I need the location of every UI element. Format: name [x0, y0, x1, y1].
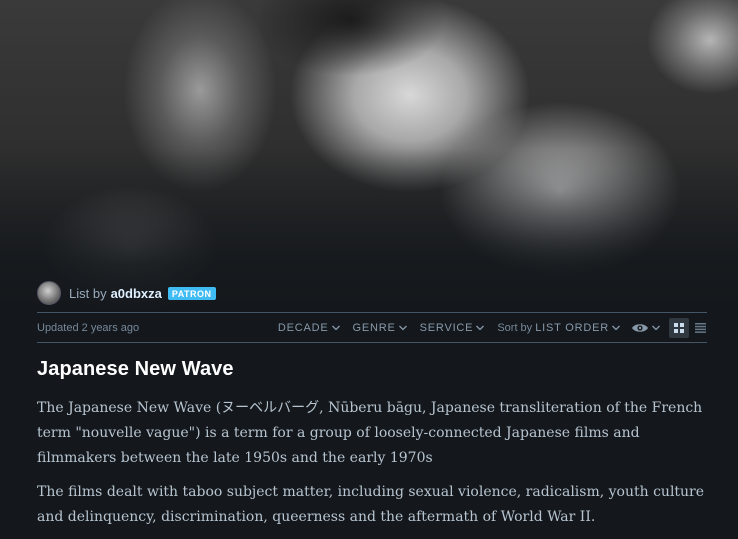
- sort-prefix: Sort by: [497, 321, 533, 334]
- sort-value: LIST ORDER: [535, 321, 609, 334]
- eye-icon: [632, 323, 648, 332]
- description-paragraph: The Japanese New Wave (ヌーベルバーグ, Nūberu b…: [37, 400, 703, 466]
- list-by-label: List by: [69, 285, 107, 301]
- chevron-down-icon: [612, 325, 620, 330]
- updated-timestamp: Updated 2 years ago: [37, 321, 140, 334]
- list-description: The Japanese New Wave (ヌーベルバーグ, Nūberu b…: [37, 396, 707, 539]
- list-owner: List by a0dbxza PATRON: [37, 281, 216, 305]
- genre-filter-label: GENRE: [352, 321, 396, 334]
- divider: [37, 342, 707, 343]
- decade-filter[interactable]: DECADE: [278, 322, 341, 334]
- service-filter[interactable]: SERVICE: [420, 322, 486, 334]
- owner-username-link[interactable]: a0dbxza: [111, 286, 162, 301]
- patron-badge[interactable]: PATRON: [167, 286, 216, 300]
- service-filter-label: SERVICE: [419, 321, 474, 334]
- filter-bar: Updated 2 years ago DECADE GENRE SERVICE…: [37, 313, 707, 342]
- list-view-button[interactable]: [693, 318, 707, 338]
- chevron-down-icon: [652, 325, 660, 330]
- grid-view-button[interactable]: [669, 317, 689, 338]
- avatar[interactable]: [37, 281, 61, 305]
- filter-controls: DECADE GENRE SERVICE Sort by LIST ORDER: [266, 317, 707, 338]
- sort-dropdown[interactable]: Sort by LIST ORDER: [497, 322, 621, 334]
- chevron-down-icon: [398, 325, 407, 330]
- grid-view-icon: [674, 322, 684, 333]
- description-paragraph: The films dealt with taboo subject matte…: [37, 484, 705, 525]
- list-view-icon: [694, 322, 706, 333]
- genre-filter[interactable]: GENRE: [353, 322, 408, 334]
- list-title: Japanese New Wave: [37, 358, 234, 380]
- decade-filter-label: DECADE: [277, 321, 329, 334]
- visibility-filter[interactable]: [631, 322, 661, 334]
- chevron-down-icon: [476, 325, 485, 330]
- chevron-down-icon: [331, 325, 340, 330]
